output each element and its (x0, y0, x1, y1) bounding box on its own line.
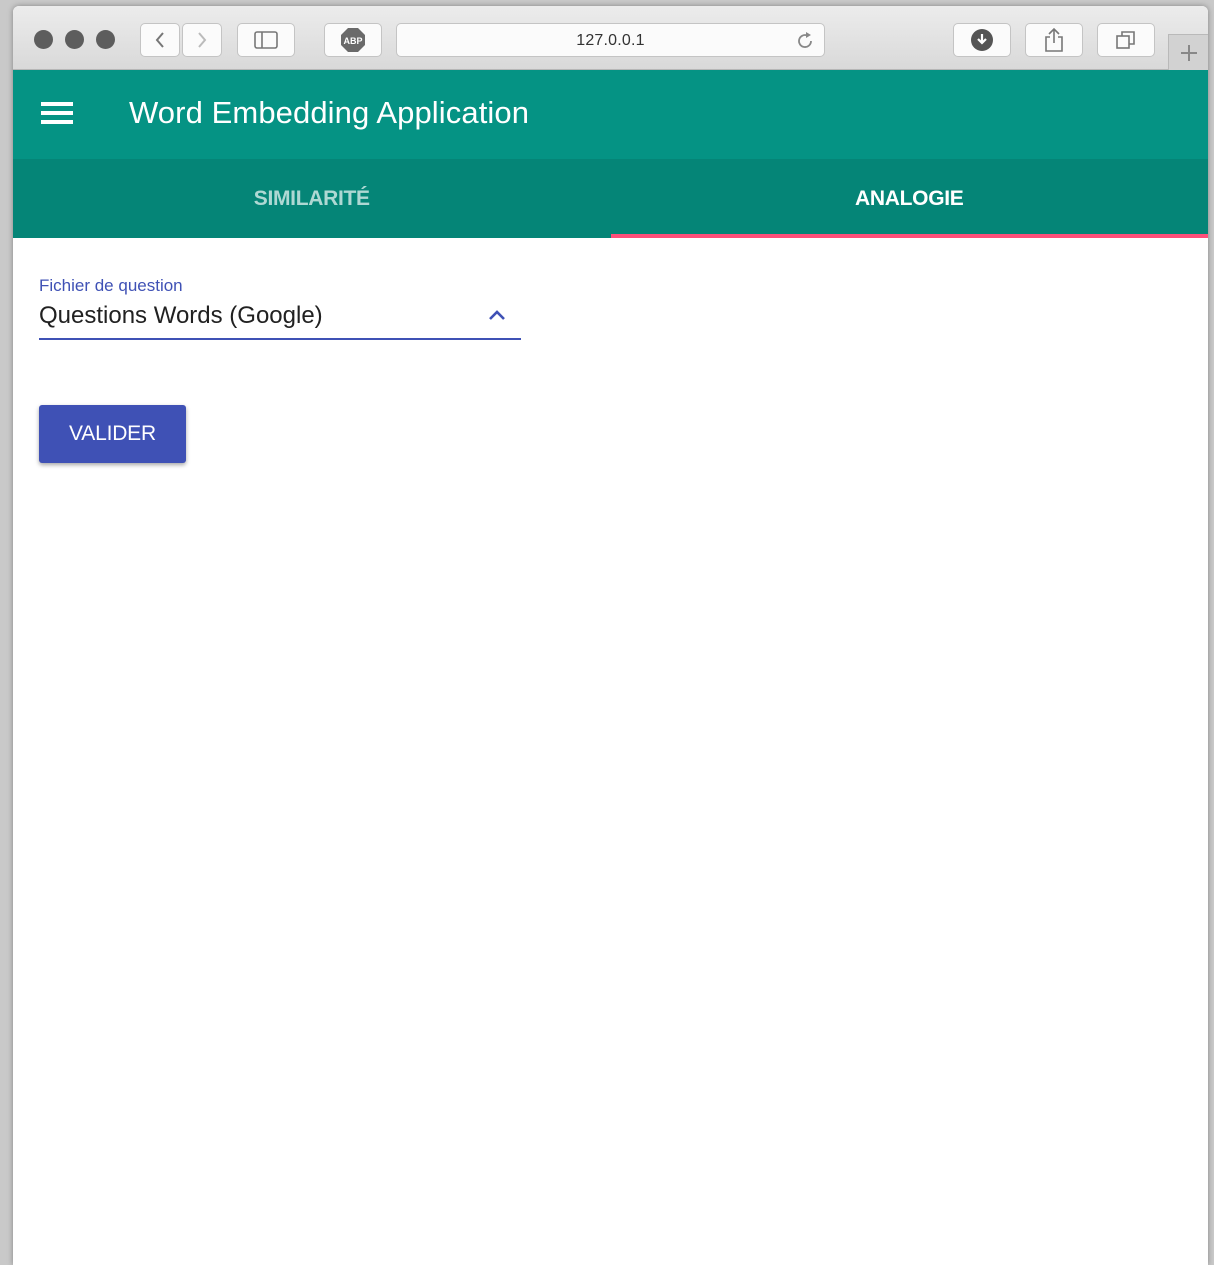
question-file-select[interactable]: Fichier de question Questions Words (Goo… (39, 276, 521, 340)
select-underline (39, 338, 521, 340)
tab-bar: SIMILARITÉ ANALOGIE (13, 159, 1208, 238)
zoom-window-icon[interactable] (96, 30, 115, 49)
question-file-label: Fichier de question (39, 276, 183, 295)
url-text: 127.0.0.1 (576, 32, 645, 49)
question-file-value: Questions Words (Google) (39, 302, 323, 329)
back-button[interactable] (140, 23, 180, 57)
share-button[interactable] (1025, 23, 1083, 57)
chevron-right-icon (198, 32, 207, 48)
downloads-button[interactable] (953, 23, 1011, 57)
app-header: Word Embedding Application (13, 70, 1208, 159)
adblock-icon: ABP (341, 28, 365, 52)
address-bar[interactable]: 127.0.0.1 (396, 23, 825, 57)
sidebar-icon (254, 31, 278, 49)
tab-similarite[interactable]: SIMILARITÉ (13, 159, 611, 238)
app-title: Word Embedding Application (129, 95, 530, 130)
minimize-window-icon[interactable] (65, 30, 84, 49)
close-window-icon[interactable] (34, 30, 53, 49)
menu-icon[interactable] (41, 102, 75, 128)
chevron-left-icon (155, 32, 164, 48)
svg-text:ABP: ABP (343, 36, 362, 46)
tabs-icon (1116, 31, 1135, 49)
chevron-up-icon[interactable] (487, 308, 507, 327)
browser-toolbar: ABP 127.0.0.1 (13, 6, 1208, 70)
reload-icon[interactable] (794, 30, 816, 57)
validate-button[interactable]: VALIDER (39, 405, 186, 463)
sidebar-button[interactable] (237, 23, 295, 57)
adblock-button[interactable]: ABP (324, 23, 382, 57)
browser-window: ABP 127.0.0.1 Word Embedding Application… (13, 6, 1208, 1265)
forward-button[interactable] (182, 23, 222, 57)
download-icon (971, 29, 993, 51)
plus-icon (1180, 44, 1197, 61)
new-tab-button[interactable] (1168, 34, 1208, 70)
share-icon (1045, 27, 1063, 52)
tabs-overview-button[interactable] (1097, 23, 1155, 57)
tab-analogie[interactable]: ANALOGIE (610, 159, 1209, 238)
